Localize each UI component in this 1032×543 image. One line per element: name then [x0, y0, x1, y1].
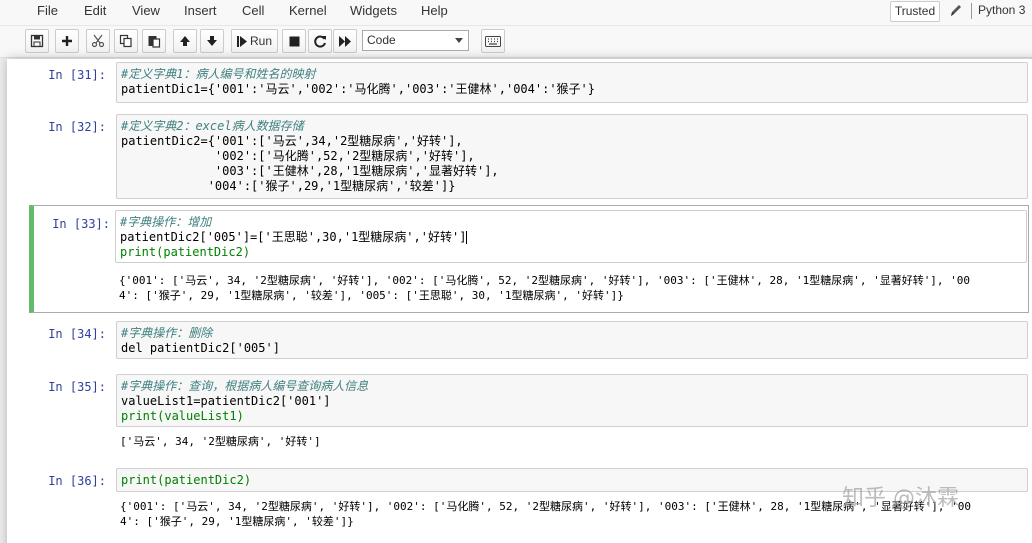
paste-icon [147, 34, 161, 48]
cut-button[interactable] [86, 29, 110, 53]
menu-edit[interactable]: Edit [84, 3, 106, 18]
code-editor[interactable]: #定义字典1：病人编号和姓名的映射 patientDic1={'001':'马云… [116, 62, 1028, 103]
run-icon [236, 35, 247, 47]
input-prompt: In [36]: [48, 474, 106, 488]
code-text: patientDic2['005']=['王思聪',30,'1型糖尿病','好转… [120, 230, 467, 244]
code-editor[interactable]: #字典操作：增加 patientDic2['005']=['王思聪',30,'1… [115, 210, 1027, 263]
cell-type-select[interactable]: Code [362, 30, 469, 51]
input-prompt: In [31]: [48, 68, 106, 82]
input-prompt: In [32]: [48, 120, 106, 134]
menu-widgets[interactable]: Widgets [350, 3, 397, 18]
jupyter-notebook-window: File Edit View Insert Cell Kernel Widget… [0, 0, 1032, 543]
input-prompt: In [33]: [52, 217, 110, 231]
code-line: patientDic1={'001':'马云','002':'马化腾','003… [121, 82, 596, 96]
menu-kernel[interactable]: Kernel [289, 3, 327, 18]
code-line: print(patientDic2) [120, 245, 251, 259]
output-line: ['马云', 34, '2型糖尿病', '好转'] [120, 435, 321, 448]
restart-run-all-button[interactable] [333, 29, 357, 53]
menu-file[interactable]: File [37, 3, 58, 18]
code-cell-35[interactable]: In [35]: #字典操作：查询，根据病人编号查询病人信息 valueList… [29, 373, 1029, 453]
code-line: print(valueList1) [121, 409, 244, 423]
output-line: {'001': ['马云', 34, '2型糖尿病', '好转'], '002'… [119, 274, 971, 287]
fast-forward-icon [338, 35, 352, 47]
code-line: '003':['王健林',28,'1型糖尿病','显著好转'], [121, 164, 499, 178]
menu-help[interactable]: Help [421, 3, 448, 18]
scissors-icon [91, 34, 105, 48]
move-up-button[interactable] [173, 29, 197, 53]
code-cell-32[interactable]: In [32]: #定义字典2：excel病人数据存储 patientDic2=… [29, 113, 1029, 201]
stop-icon [289, 36, 300, 47]
output-line: 4': ['猴子', 29, '1型糖尿病', '较差']} [120, 515, 354, 528]
arrow-up-icon [179, 35, 191, 47]
code-cell-33[interactable]: In [33]: #字典操作：增加 patientDic2['005']=['王… [29, 205, 1029, 313]
interrupt-button[interactable] [282, 29, 306, 53]
command-palette-button[interactable] [481, 29, 505, 53]
cell-type-value: Code [367, 33, 396, 47]
run-label: Run [249, 34, 272, 48]
watermark: 知乎 @沐霖 [842, 486, 959, 511]
code-comment: #字典操作：增加 [120, 215, 212, 229]
chevron-down-icon [455, 38, 463, 43]
move-down-button[interactable] [200, 29, 224, 53]
code-line: '002':['马化腾',52,'2型糖尿病','好转'], [121, 149, 475, 163]
pencil-icon[interactable] [948, 2, 964, 20]
menu-cell[interactable]: Cell [242, 3, 264, 18]
code-editor[interactable]: #字典操作：删除 del patientDic2['005'] [116, 321, 1028, 359]
menu-insert[interactable]: Insert [184, 3, 217, 18]
code-line: valueList1=patientDic2['001'] [121, 394, 331, 408]
trusted-badge[interactable]: Trusted [890, 1, 940, 22]
save-icon [30, 34, 44, 48]
code-cell-34[interactable]: In [34]: #字典操作：删除 del patientDic2['005'] [29, 320, 1029, 362]
code-comment: #字典操作：查询，根据病人编号查询病人信息 [121, 379, 369, 393]
plus-icon [61, 35, 73, 47]
text-cursor [466, 231, 468, 244]
code-cell-31[interactable]: In [31]: #定义字典1：病人编号和姓名的映射 patientDic1={… [29, 61, 1029, 106]
save-button[interactable] [25, 29, 49, 53]
input-prompt: In [35]: [48, 380, 106, 394]
code-comment: #定义字典1：病人编号和姓名的映射 [121, 67, 316, 81]
kernel-indicator[interactable]: Python 3 [978, 3, 1025, 17]
restart-icon [313, 35, 327, 48]
run-button[interactable]: Run [231, 29, 278, 53]
toolbar: Run Code [0, 26, 1032, 58]
arrow-down-icon [206, 35, 218, 47]
code-comment: #定义字典2：excel病人数据存储 [121, 119, 304, 133]
code-line: patientDic2['005']=['王思聪',30,'1型糖尿病','好转… [120, 230, 468, 245]
notebook-container: In [31]: #定义字典1：病人编号和姓名的映射 patientDic1={… [7, 59, 1032, 543]
restart-button[interactable] [308, 29, 332, 53]
code-line: '004':['猴子',29,'1型糖尿病','较差']} [121, 179, 456, 193]
insert-cell-button[interactable] [55, 29, 79, 53]
code-line: print(patientDic2) [121, 473, 252, 487]
code-editor[interactable]: #字典操作：查询，根据病人编号查询病人信息 valueList1=patient… [116, 374, 1028, 427]
keyboard-icon [485, 35, 501, 47]
copy-icon [119, 34, 133, 48]
code-line: del patientDic2['005'] [121, 341, 280, 355]
kernel-separator [971, 3, 972, 19]
input-prompt: In [34]: [48, 327, 106, 341]
menu-view[interactable]: View [132, 3, 160, 18]
output-line: 4': ['猴子', 29, '1型糖尿病', '较差'], '005': ['… [119, 289, 624, 302]
code-editor[interactable]: #定义字典2：excel病人数据存储 patientDic2={'001':['… [116, 114, 1028, 199]
menubar: File Edit View Insert Cell Kernel Widget… [0, 0, 1032, 26]
copy-button[interactable] [114, 29, 138, 53]
paste-button[interactable] [142, 29, 166, 53]
code-comment: #字典操作：删除 [121, 326, 213, 340]
code-line: patientDic2={'001':['马云',34,'2型糖尿病','好转'… [121, 134, 463, 148]
